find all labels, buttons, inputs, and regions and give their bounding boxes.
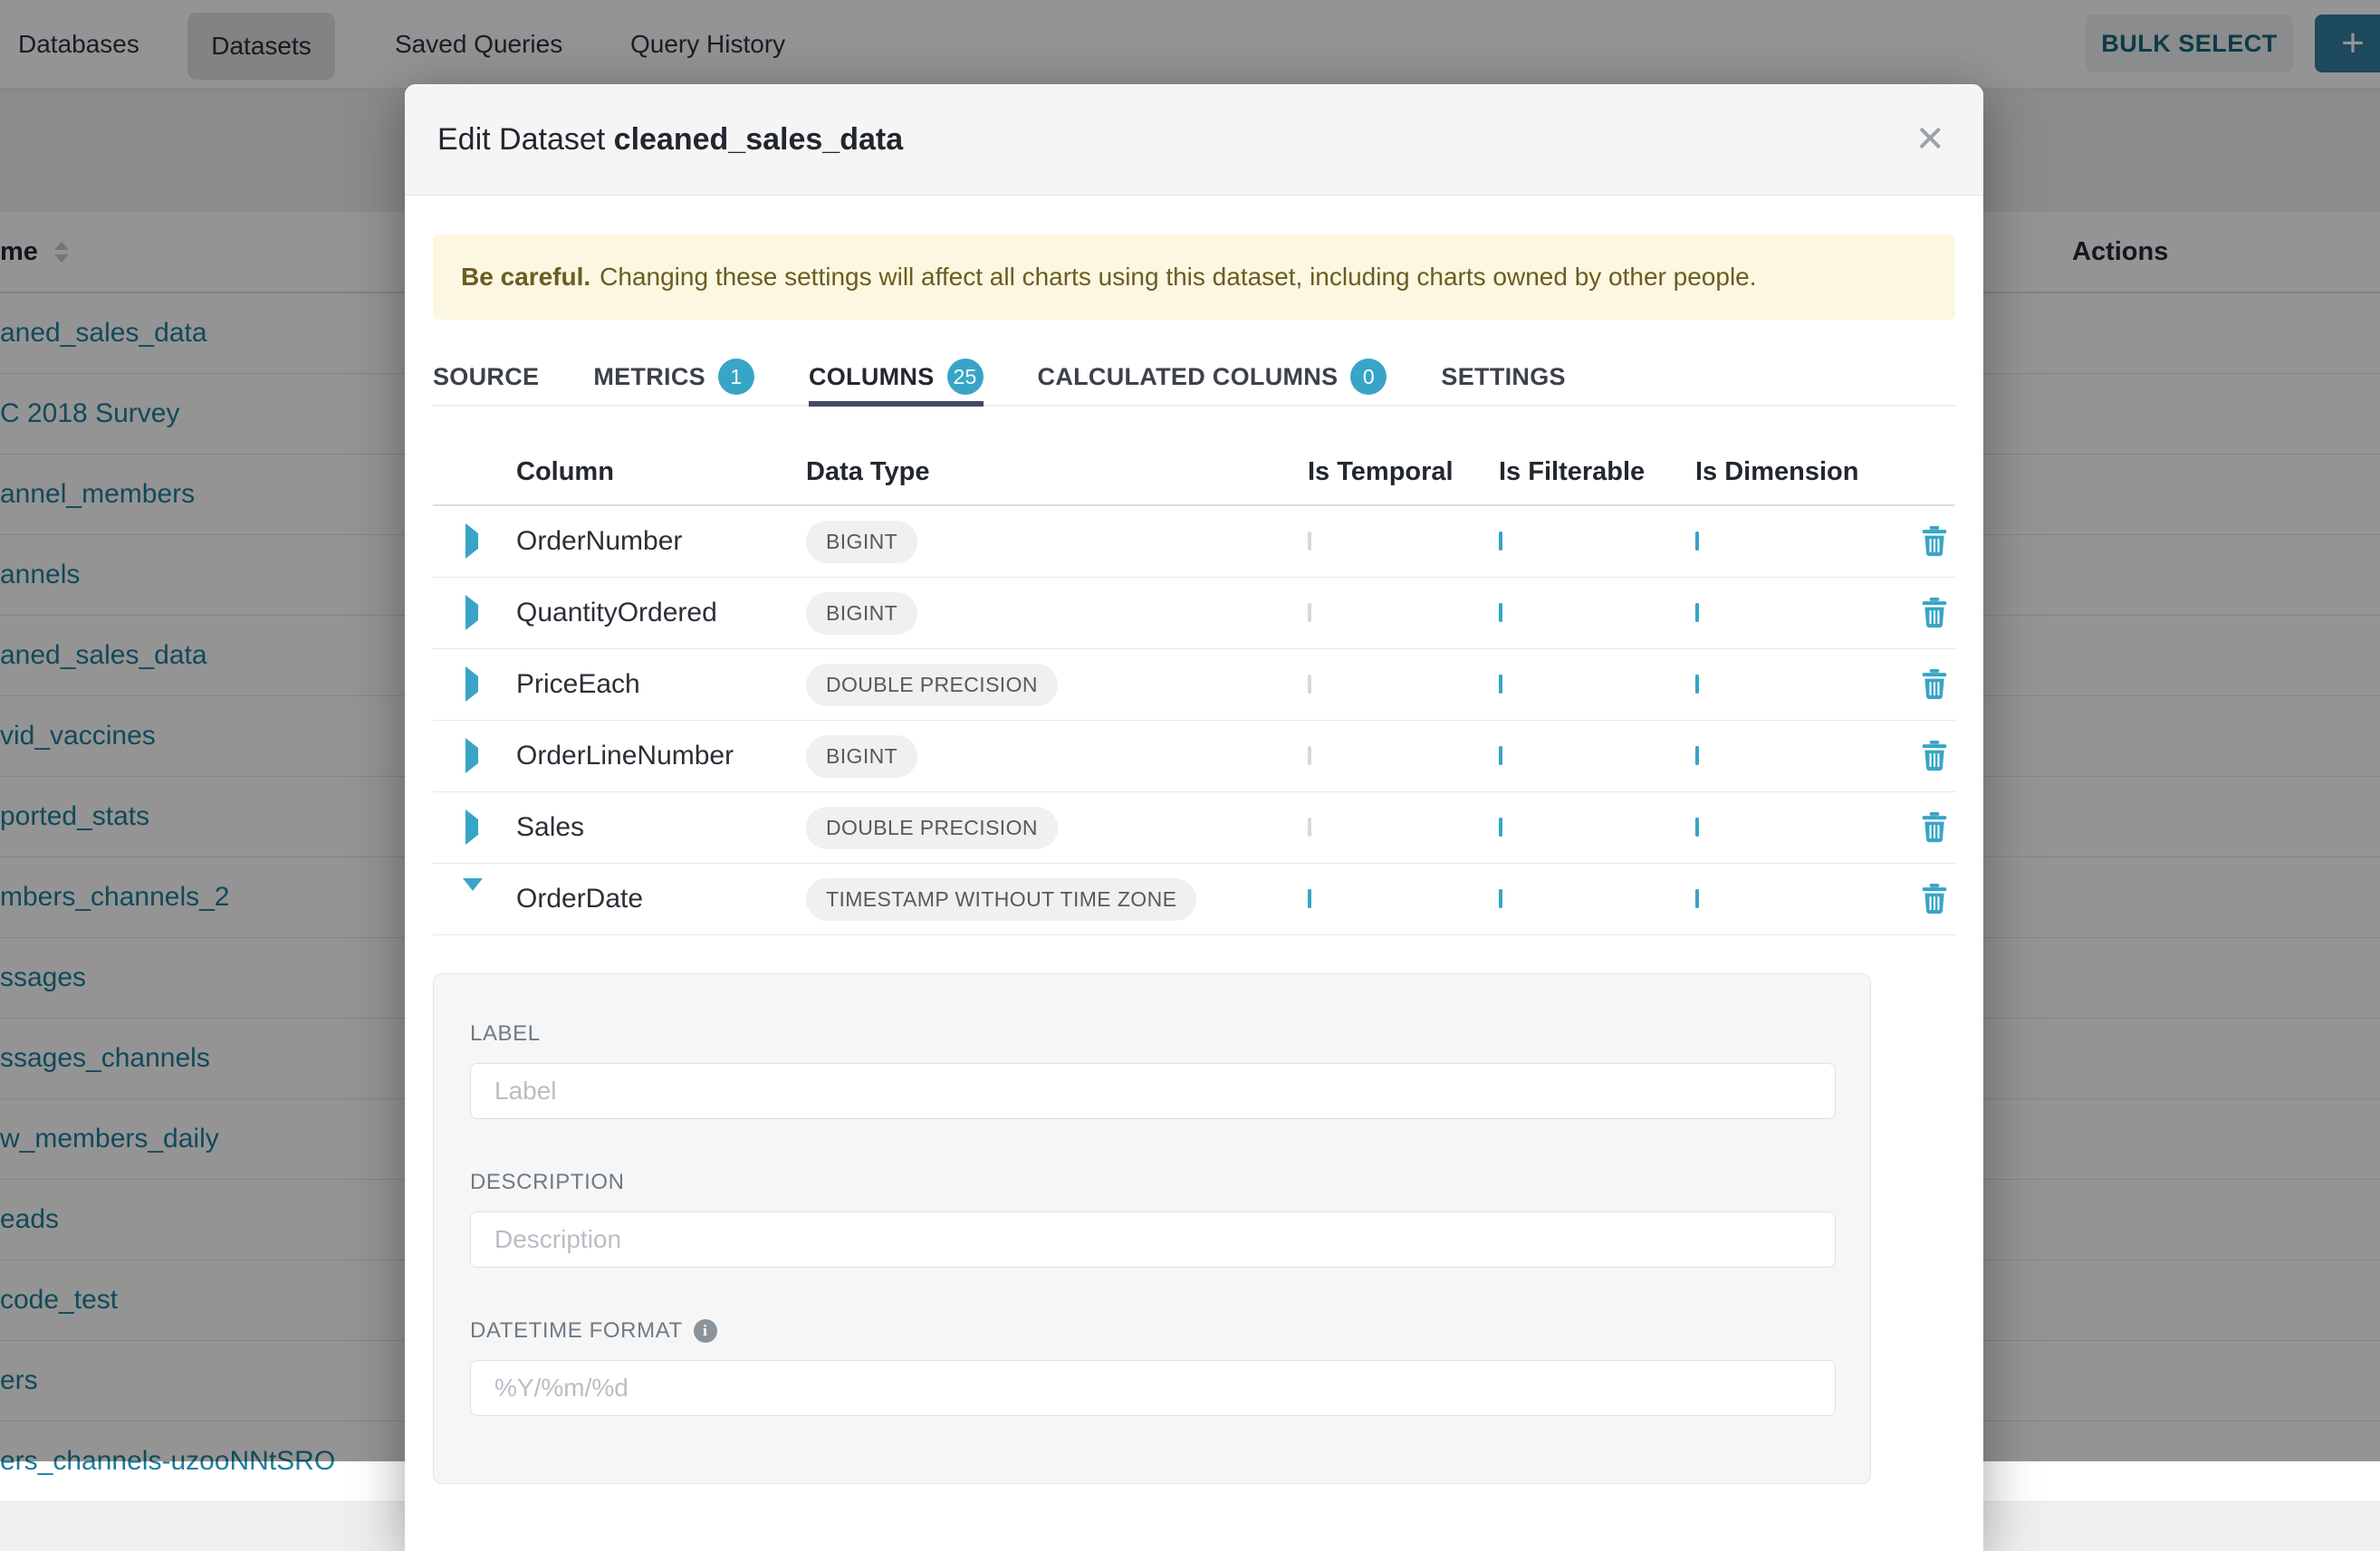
modal-title: Edit Dataset cleaned_sales_data: [437, 122, 903, 158]
is-filterable-checkbox[interactable]: [1499, 603, 1502, 622]
column-row: Sales DOUBLE PRECISION: [433, 792, 1955, 864]
row-expand-caret-icon[interactable]: [465, 666, 478, 702]
tab-count-badge: 0: [1350, 359, 1387, 395]
column-row: OrderNumber BIGINT: [433, 506, 1955, 578]
tab[interactable]: SOURCE: [433, 352, 539, 405]
modal-tabs: SOURCE METRICS 1 COLUMNS 25 CALCULATED C…: [433, 352, 1955, 407]
description-input[interactable]: [470, 1211, 1836, 1268]
info-icon[interactable]: i: [694, 1319, 717, 1343]
row-expand-caret-icon[interactable]: [465, 595, 478, 630]
columns-table-body: OrderNumber BIGINT QuantityOrdered BIGIN…: [433, 506, 1955, 935]
column-name: QuantityOrdered: [516, 598, 806, 628]
column-detail-panel: LABEL DESCRIPTION DATETIME FORMAT i: [433, 973, 1871, 1484]
data-type-pill: BIGINT: [806, 592, 917, 635]
datetime-format-input[interactable]: [470, 1360, 1836, 1416]
columns-table-header: Column Data Type Is Temporal Is Filterab…: [433, 439, 1955, 506]
data-type-pill: BIGINT: [806, 735, 917, 778]
is-dimension-checkbox[interactable]: [1695, 603, 1699, 622]
is-filterable-checkbox[interactable]: [1499, 531, 1502, 551]
tab-label: SOURCE: [433, 363, 539, 391]
is-temporal-checkbox[interactable]: [1308, 889, 1311, 908]
data-type-header: Data Type: [806, 457, 1308, 487]
tab-label: METRICS: [593, 363, 705, 391]
is-dimension-checkbox[interactable]: [1695, 889, 1699, 908]
is-filterable-checkbox[interactable]: [1499, 675, 1502, 694]
column-name: OrderLineNumber: [516, 741, 806, 771]
label-field-label: LABEL: [470, 1021, 1834, 1047]
trash-icon[interactable]: [1921, 812, 1948, 843]
column-row: PriceEach DOUBLE PRECISION: [433, 649, 1955, 721]
warning-text: Changing these settings will affect all …: [600, 263, 1756, 292]
datetime-format-field-label: DATETIME FORMAT i: [470, 1318, 1834, 1344]
tab-count-badge: 25: [947, 359, 984, 395]
is-temporal-header: Is Temporal: [1308, 457, 1499, 487]
description-field-label: DESCRIPTION: [470, 1170, 1834, 1195]
row-expand-caret-icon[interactable]: [465, 809, 478, 845]
is-dimension-checkbox[interactable]: [1695, 818, 1699, 837]
is-dimension-header: Is Dimension: [1695, 457, 1898, 487]
is-dimension-checkbox[interactable]: [1695, 746, 1699, 765]
is-filterable-header: Is Filterable: [1499, 457, 1695, 487]
tab-label: CALCULATED COLUMNS: [1038, 363, 1339, 391]
modal-title-dataset-name: cleaned_sales_data: [614, 122, 903, 157]
tab[interactable]: COLUMNS 25: [809, 352, 984, 405]
column-name: PriceEach: [516, 669, 806, 700]
label-input[interactable]: [470, 1063, 1836, 1119]
modal-title-prefix: Edit Dataset: [437, 122, 605, 157]
tab[interactable]: CALCULATED COLUMNS 0: [1038, 352, 1387, 405]
is-temporal-checkbox[interactable]: [1308, 531, 1311, 551]
tab[interactable]: SETTINGS: [1441, 352, 1565, 405]
is-filterable-checkbox[interactable]: [1499, 889, 1502, 908]
tab[interactable]: METRICS 1: [593, 352, 754, 405]
is-temporal-checkbox[interactable]: [1308, 675, 1311, 694]
column-header: Column: [516, 457, 806, 487]
row-expand-caret-icon[interactable]: [465, 523, 478, 559]
is-temporal-checkbox[interactable]: [1308, 818, 1311, 837]
is-filterable-checkbox[interactable]: [1499, 818, 1502, 837]
data-type-pill: DOUBLE PRECISION: [806, 807, 1058, 849]
trash-icon[interactable]: [1921, 669, 1948, 700]
data-type-pill: TIMESTAMP WITHOUT TIME ZONE: [806, 878, 1196, 921]
column-name: Sales: [516, 812, 806, 843]
is-temporal-checkbox[interactable]: [1308, 746, 1311, 765]
trash-icon[interactable]: [1921, 741, 1948, 771]
trash-icon[interactable]: [1921, 884, 1948, 914]
row-expand-caret-icon[interactable]: [465, 738, 478, 773]
columns-table: Column Data Type Is Temporal Is Filterab…: [433, 439, 1955, 935]
column-row: OrderDate TIMESTAMP WITHOUT TIME ZONE: [433, 864, 1955, 935]
warning-banner: Be careful. Changing these settings will…: [433, 235, 1955, 320]
warning-bold-text: Be careful.: [461, 263, 590, 292]
data-type-pill: DOUBLE PRECISION: [806, 664, 1058, 706]
tab-label: SETTINGS: [1441, 363, 1565, 391]
column-name: OrderNumber: [516, 526, 806, 557]
close-icon[interactable]: ✕: [1909, 84, 1951, 195]
edit-dataset-modal: Edit Dataset cleaned_sales_data ✕ Be car…: [405, 84, 1983, 1551]
column-row: OrderLineNumber BIGINT: [433, 721, 1955, 792]
column-row: QuantityOrdered BIGINT: [433, 578, 1955, 649]
modal-body: Be careful. Changing these settings will…: [405, 235, 1983, 1484]
trash-icon[interactable]: [1921, 598, 1948, 628]
is-dimension-checkbox[interactable]: [1695, 531, 1699, 551]
row-expand-caret-icon[interactable]: [463, 878, 483, 906]
data-type-pill: BIGINT: [806, 521, 917, 563]
column-name: OrderDate: [516, 884, 806, 914]
is-filterable-checkbox[interactable]: [1499, 746, 1502, 765]
modal-header: Edit Dataset cleaned_sales_data ✕: [405, 84, 1983, 196]
tab-count-badge: 1: [718, 359, 754, 395]
tab-label: COLUMNS: [809, 363, 935, 391]
is-dimension-checkbox[interactable]: [1695, 675, 1699, 694]
page: Databases Datasets Saved Queries Query H…: [0, 0, 2380, 1461]
is-temporal-checkbox[interactable]: [1308, 603, 1311, 622]
trash-icon[interactable]: [1921, 526, 1948, 557]
